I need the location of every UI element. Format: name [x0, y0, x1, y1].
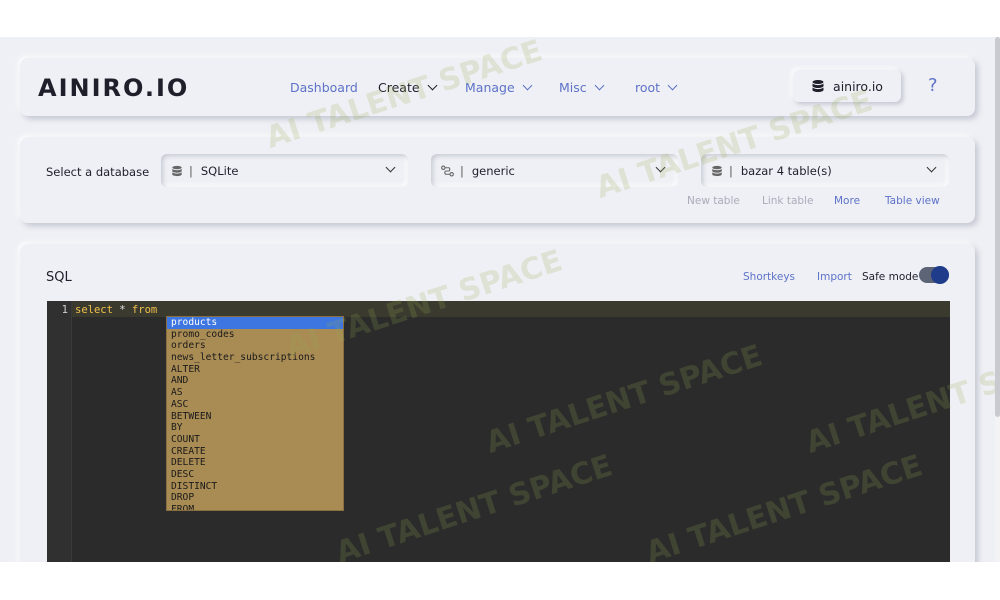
autocomplete-item[interactable]: AS: [167, 387, 343, 399]
page-scrollbar[interactable]: [995, 37, 1000, 562]
autocomplete-item[interactable]: DELETE: [167, 457, 343, 469]
safe-mode-toggle[interactable]: [919, 266, 949, 284]
toggle-knob: [931, 266, 949, 284]
nav-misc[interactable]: Misc: [559, 80, 605, 95]
autocomplete-item[interactable]: orders: [167, 340, 343, 352]
code-line[interactable]: select * from: [75, 304, 157, 316]
database-selector-panel: Select a database | SQLite | generic | b…: [20, 137, 975, 223]
line-number: 1: [61, 304, 68, 316]
autocomplete-item[interactable]: news_letter_subscriptions: [167, 352, 343, 364]
database-type-value: SQLite: [200, 163, 239, 178]
sql-title: SQL: [46, 270, 72, 285]
autocomplete-item[interactable]: promo_codes: [167, 329, 343, 341]
new-table-link[interactable]: New table: [687, 195, 740, 207]
nav-create-label: Create: [378, 80, 420, 95]
autocomplete-item[interactable]: DROP: [167, 492, 343, 504]
chevron-down-icon: [522, 80, 533, 91]
nav-manage-label: Manage: [465, 80, 515, 95]
more-link[interactable]: More: [834, 195, 860, 207]
active-line: [72, 301, 950, 317]
top-navbar: AINIRO.IO Dashboard Create Manage Misc r…: [20, 58, 975, 116]
autocomplete-item[interactable]: CREATE: [167, 446, 343, 458]
autocomplete-item[interactable]: ASC: [167, 399, 343, 411]
database-icon: [812, 80, 824, 92]
nav-manage[interactable]: Manage: [465, 80, 533, 95]
connection-icon: [441, 165, 454, 176]
connection-select[interactable]: | generic: [431, 154, 678, 187]
user-button-label: ainiro.io: [833, 78, 883, 94]
help-button[interactable]: ?: [928, 75, 938, 96]
nav-misc-label: Misc: [559, 80, 587, 95]
nav-root[interactable]: root: [635, 80, 678, 95]
sql-panel: SQL Shortkeys Import Safe mode 1 select …: [20, 244, 975, 562]
database-type-select[interactable]: | SQLite: [161, 154, 408, 187]
ainiro-logo[interactable]: AINIRO.IO: [38, 74, 189, 102]
database-icon: [172, 165, 182, 176]
separator: |: [729, 163, 733, 178]
link-table-link[interactable]: Link table: [762, 195, 813, 207]
autocomplete-item[interactable]: AND: [167, 375, 343, 387]
database-select[interactable]: | bazar 4 table(s): [701, 154, 949, 187]
app-viewport: AINIRO.IO Dashboard Create Manage Misc r…: [0, 37, 1000, 562]
sql-editor[interactable]: 1 select * from products promo_codes order…: [47, 301, 950, 562]
nav-dashboard-label: Dashboard: [290, 80, 358, 95]
connection-value: generic: [471, 163, 515, 178]
autocomplete-item[interactable]: products: [167, 317, 343, 329]
autocomplete-item[interactable]: ALTER: [167, 364, 343, 376]
autocomplete-item[interactable]: DISTINCT: [167, 481, 343, 493]
nav-root-label: root: [635, 80, 661, 95]
editor-gutter: 1: [47, 301, 72, 562]
nav-dashboard[interactable]: Dashboard: [290, 80, 358, 95]
autocomplete-item[interactable]: COUNT: [167, 434, 343, 446]
keyword-select: select: [75, 304, 113, 316]
chevron-down-icon: [667, 80, 678, 91]
database-icon: [712, 165, 722, 176]
nav-create[interactable]: Create: [378, 80, 437, 95]
scrollbar-thumb[interactable]: [995, 37, 1000, 417]
separator: |: [460, 163, 464, 178]
autocomplete-item[interactable]: BY: [167, 422, 343, 434]
autocomplete-item[interactable]: FROM: [167, 504, 343, 510]
chevron-down-icon: [926, 162, 937, 173]
safe-mode-label: Safe mode: [862, 271, 919, 283]
shortkeys-link[interactable]: Shortkeys: [743, 271, 795, 283]
chevron-down-icon: [594, 80, 605, 91]
keyword-from: from: [131, 304, 158, 316]
database-value: bazar 4 table(s): [740, 163, 832, 178]
table-view-link[interactable]: Table view: [885, 195, 940, 207]
autocomplete-item[interactable]: BETWEEN: [167, 411, 343, 423]
autocomplete-dropdown[interactable]: products promo_codes orders news_letter_sub…: [166, 316, 344, 511]
operator-star: *: [119, 304, 126, 316]
import-link[interactable]: Import: [817, 271, 852, 283]
select-database-label: Select a database: [46, 165, 150, 179]
autocomplete-item[interactable]: DESC: [167, 469, 343, 481]
separator: |: [189, 163, 193, 178]
chevron-down-icon: [655, 162, 666, 173]
chevron-down-icon: [385, 162, 396, 173]
chevron-down-icon: [427, 80, 437, 91]
user-button[interactable]: ainiro.io: [793, 70, 901, 102]
